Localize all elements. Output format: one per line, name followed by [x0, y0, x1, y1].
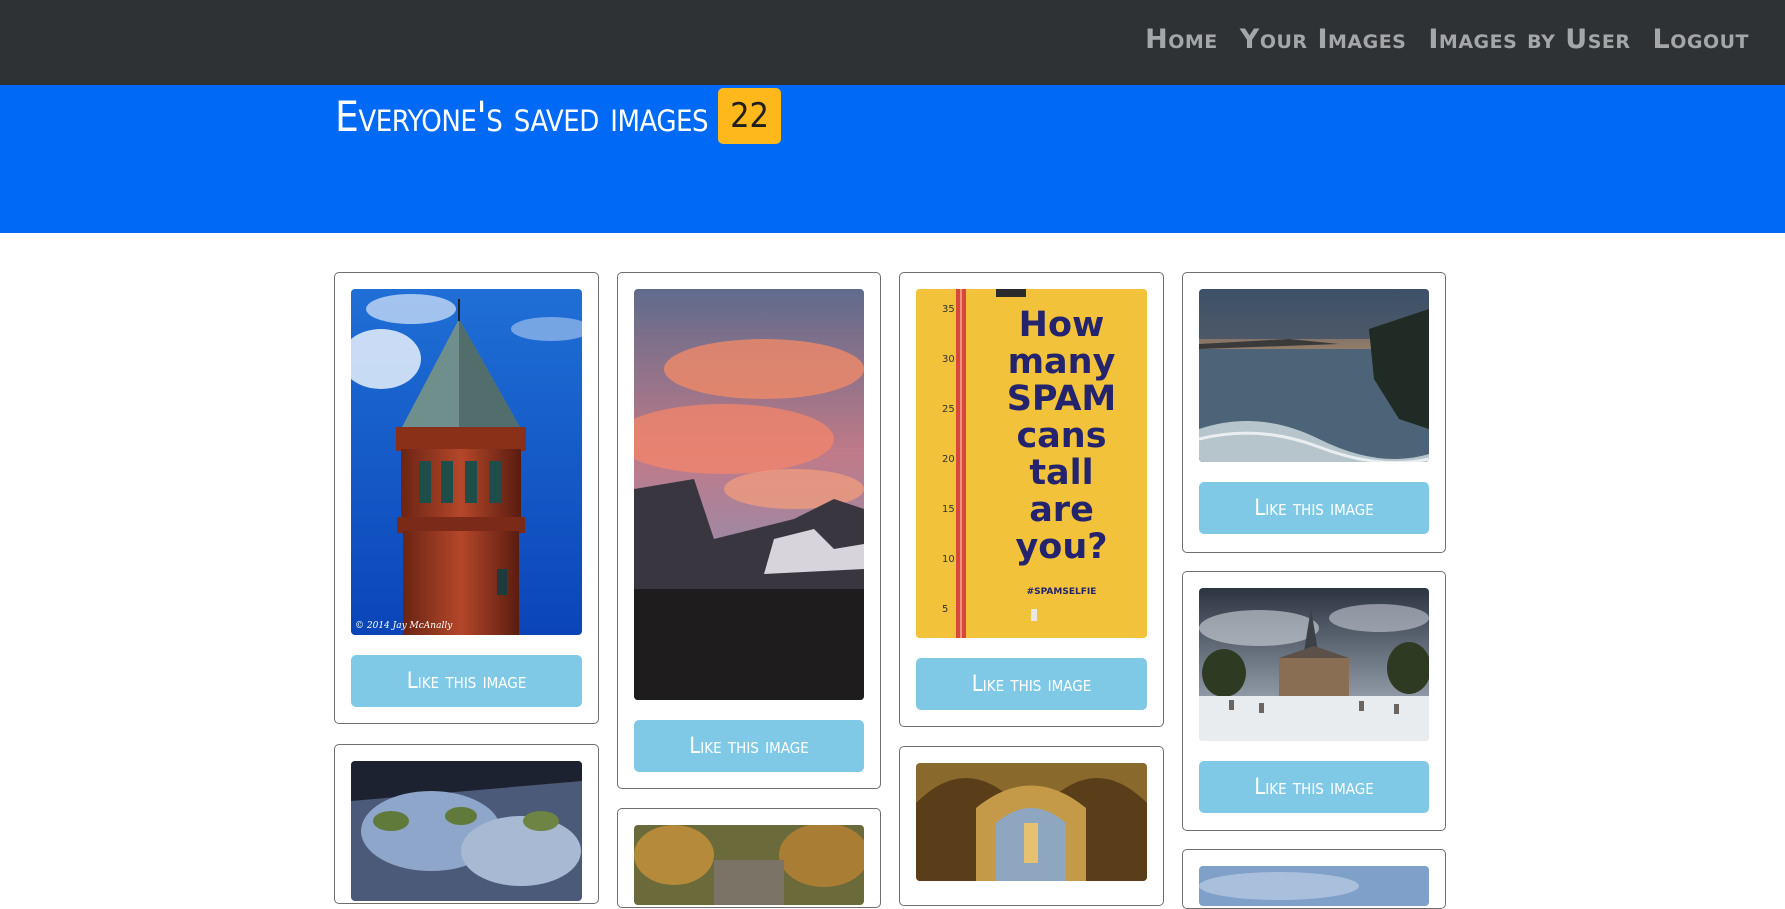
image-count-badge: 22: [718, 88, 782, 144]
ruler-label: 5: [942, 604, 949, 615]
coastline-photo[interactable]: [1199, 289, 1429, 462]
art-exhibit-image: [351, 761, 582, 901]
sign-line: are: [1029, 490, 1094, 530]
nav-home-link[interactable]: Home: [1145, 24, 1218, 55]
art-exhibit-photo[interactable]: [351, 761, 582, 901]
sign-line: SPAM: [1006, 379, 1117, 419]
sky-image: [1199, 866, 1429, 906]
image-card: 35 30 25 20 15 10 5 How many SPAM cans t…: [899, 272, 1164, 727]
image-card: Like this image: [617, 272, 881, 789]
image-card: Like this image: [1182, 571, 1446, 831]
tower-photo[interactable]: © 2014 Jay McAnally: [351, 289, 582, 635]
image-card: [334, 744, 599, 904]
forest-house-image: [634, 825, 864, 905]
nav-images-by-user-link[interactable]: Images by User: [1428, 24, 1630, 55]
coastline-image: [1199, 289, 1429, 462]
tower-image: [351, 289, 582, 635]
cathedral-image: [916, 763, 1147, 881]
cathedral-photo[interactable]: [916, 763, 1147, 881]
spam-sign-photo[interactable]: 35 30 25 20 15 10 5 How many SPAM cans t…: [916, 289, 1147, 638]
ruler-label: 20: [942, 454, 955, 465]
photo-watermark: © 2014 Jay McAnally: [355, 621, 453, 631]
image-card: Like this image: [1182, 272, 1446, 553]
like-button[interactable]: Like this image: [1199, 761, 1429, 813]
ruler-label: 15: [942, 504, 955, 515]
spam-hashtag: #SPAMSELFIE: [1026, 587, 1097, 597]
ruler-label: 10: [942, 554, 955, 565]
sign-line: tall: [1029, 453, 1094, 493]
image-card: [899, 746, 1164, 906]
ruler-label: 25: [942, 404, 955, 415]
page-title-text: Everyone's saved images: [335, 91, 709, 141]
sign-line: cans: [1016, 416, 1107, 456]
yosemite-image: [634, 289, 864, 700]
hero-banner: [0, 85, 1785, 233]
sky-photo[interactable]: [1199, 866, 1429, 906]
snowy-church-photo[interactable]: [1199, 588, 1429, 741]
like-button[interactable]: Like this image: [1199, 482, 1429, 534]
yosemite-photo[interactable]: [634, 289, 864, 700]
ruler-label: 30: [942, 354, 955, 365]
sign-line: many: [1007, 342, 1116, 382]
page-title: Everyone's saved images 22: [335, 88, 782, 144]
sign-line: you?: [1015, 527, 1108, 567]
like-button[interactable]: Like this image: [351, 655, 582, 707]
forest-house-photo[interactable]: [634, 825, 864, 905]
sign-line: How: [1018, 305, 1105, 345]
spam-sign-text: How many SPAM cans tall are you?: [976, 307, 1147, 566]
image-card: © 2014 Jay McAnally Like this image: [334, 272, 599, 724]
image-card: [1182, 849, 1446, 909]
snowy-church-image: [1199, 588, 1429, 741]
ruler-label: 35: [942, 304, 955, 315]
image-card: [617, 808, 881, 908]
like-button[interactable]: Like this image: [916, 658, 1147, 710]
nav-your-images-link[interactable]: Your Images: [1240, 24, 1407, 55]
top-navbar: Home Your Images Images by User Logout: [0, 0, 1785, 85]
nav-links: Home Your Images Images by User Logout: [1145, 24, 1749, 55]
nav-logout-link[interactable]: Logout: [1653, 24, 1750, 55]
like-button[interactable]: Like this image: [634, 720, 864, 772]
